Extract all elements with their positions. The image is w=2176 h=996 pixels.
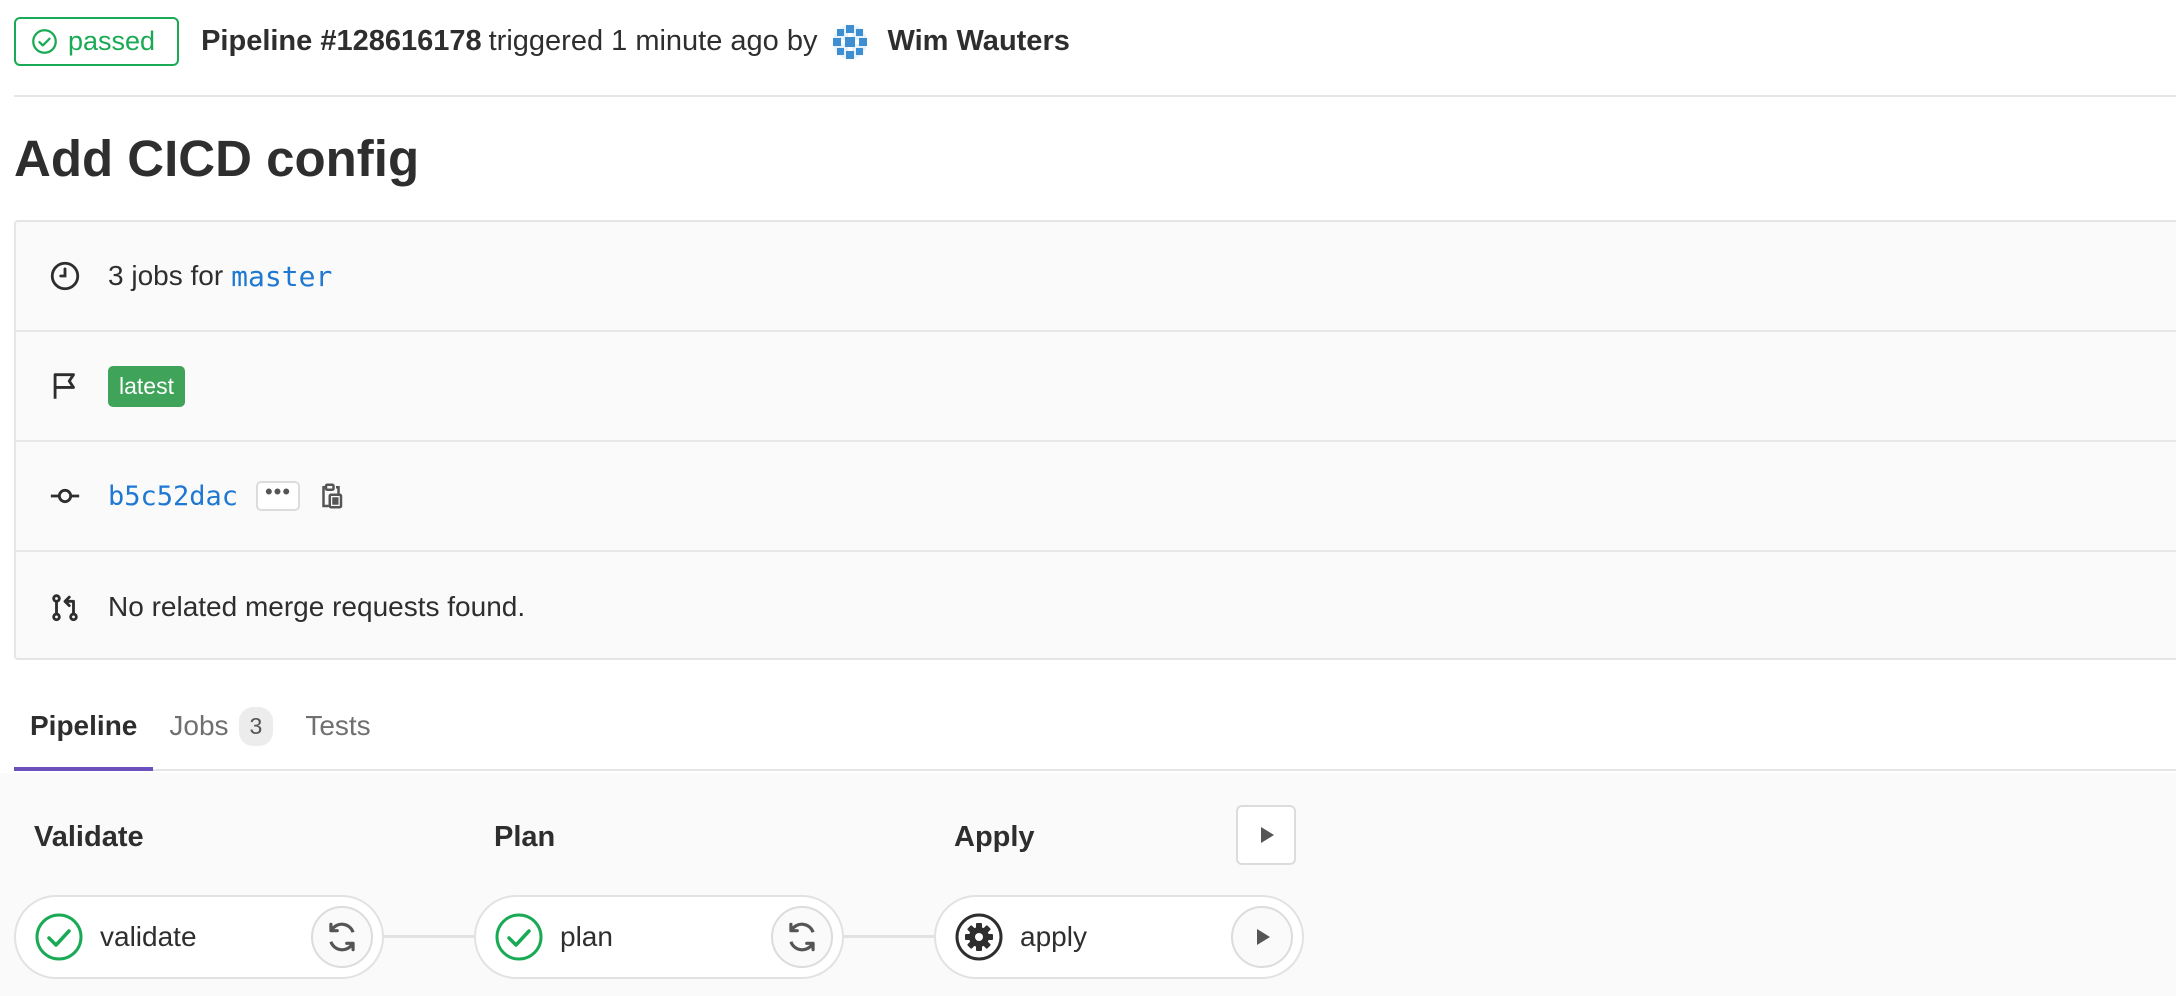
page-title: Add CICD config bbox=[14, 130, 420, 187]
tab-pipeline[interactable]: Pipeline bbox=[14, 683, 154, 771]
merge-request-row: No related merge requests found. bbox=[16, 552, 2176, 662]
tab-tests[interactable]: Tests bbox=[289, 683, 386, 769]
branch-link[interactable]: master bbox=[231, 260, 332, 293]
job-name: validate bbox=[100, 921, 197, 952]
job-plan[interactable]: plan bbox=[474, 895, 844, 979]
job-apply[interactable]: apply bbox=[934, 895, 1304, 979]
tag-row: latest bbox=[16, 332, 2176, 442]
jobs-row: 3 jobs for master bbox=[16, 222, 2176, 332]
header-summary: Pipeline #128616178 triggered 1 minute a… bbox=[201, 22, 1070, 62]
retry-icon bbox=[329, 922, 355, 952]
triggered-text: triggered 1 minute ago by bbox=[488, 25, 818, 57]
copy-clipboard-icon[interactable] bbox=[314, 479, 348, 513]
success-status-icon bbox=[35, 913, 83, 961]
pipeline-header: passed Pipeline #128616178 triggered 1 m… bbox=[14, 0, 2176, 97]
pipeline-graph: Validate Plan Apply validate plan apply bbox=[0, 773, 2176, 996]
jobs-count-text: 3 jobs for bbox=[108, 260, 224, 291]
stage-connector bbox=[844, 935, 936, 938]
stage-title-apply: Apply bbox=[954, 821, 1035, 853]
status-badge[interactable]: passed bbox=[14, 17, 180, 66]
tab-tests-label: Tests bbox=[305, 710, 371, 741]
pipeline-id: Pipeline #128616178 bbox=[201, 25, 482, 57]
tab-pipeline-label: Pipeline bbox=[30, 710, 138, 741]
play-icon bbox=[1257, 929, 1270, 945]
check-circle-icon bbox=[32, 29, 57, 54]
stage-title-validate: Validate bbox=[34, 821, 144, 853]
commit-icon bbox=[48, 479, 82, 513]
stage-connector bbox=[384, 935, 476, 938]
pipeline-info-panel: 3 jobs for master latest b5c52dac ••• No… bbox=[14, 220, 2176, 660]
manual-gear-icon bbox=[955, 913, 1003, 961]
tab-jobs[interactable]: Jobs 3 bbox=[153, 683, 289, 769]
jobs-count-badge: 3 bbox=[238, 706, 274, 746]
success-status-icon bbox=[495, 913, 543, 961]
merge-request-icon bbox=[48, 590, 82, 624]
pipeline-tabs: Pipeline Jobs 3 Tests bbox=[14, 685, 2176, 771]
status-label: passed bbox=[68, 26, 156, 56]
play-stage-button[interactable] bbox=[1236, 805, 1296, 865]
play-icon bbox=[1261, 827, 1274, 843]
author-link[interactable]: Wim Wauters bbox=[888, 25, 1070, 58]
retry-button[interactable] bbox=[311, 906, 373, 968]
flag-icon bbox=[48, 369, 82, 403]
play-job-button[interactable] bbox=[1231, 906, 1293, 968]
commit-row: b5c52dac ••• bbox=[16, 442, 2176, 552]
retry-icon bbox=[789, 922, 815, 952]
stage-title-plan: Plan bbox=[494, 821, 556, 853]
ellipsis-text: ••• bbox=[264, 479, 292, 504]
avatar[interactable] bbox=[830, 22, 870, 62]
job-name: plan bbox=[560, 921, 613, 952]
merge-request-text: No related merge requests found. bbox=[108, 591, 526, 622]
commit-sha-link[interactable]: b5c52dac bbox=[108, 481, 238, 512]
clock-icon bbox=[48, 259, 82, 293]
job-name: apply bbox=[1020, 921, 1087, 952]
job-validate[interactable]: validate bbox=[14, 895, 384, 979]
expand-commit-button[interactable]: ••• bbox=[256, 479, 301, 511]
retry-button[interactable] bbox=[771, 906, 833, 968]
tab-jobs-label: Jobs bbox=[169, 710, 229, 741]
latest-badge: latest bbox=[108, 365, 185, 407]
